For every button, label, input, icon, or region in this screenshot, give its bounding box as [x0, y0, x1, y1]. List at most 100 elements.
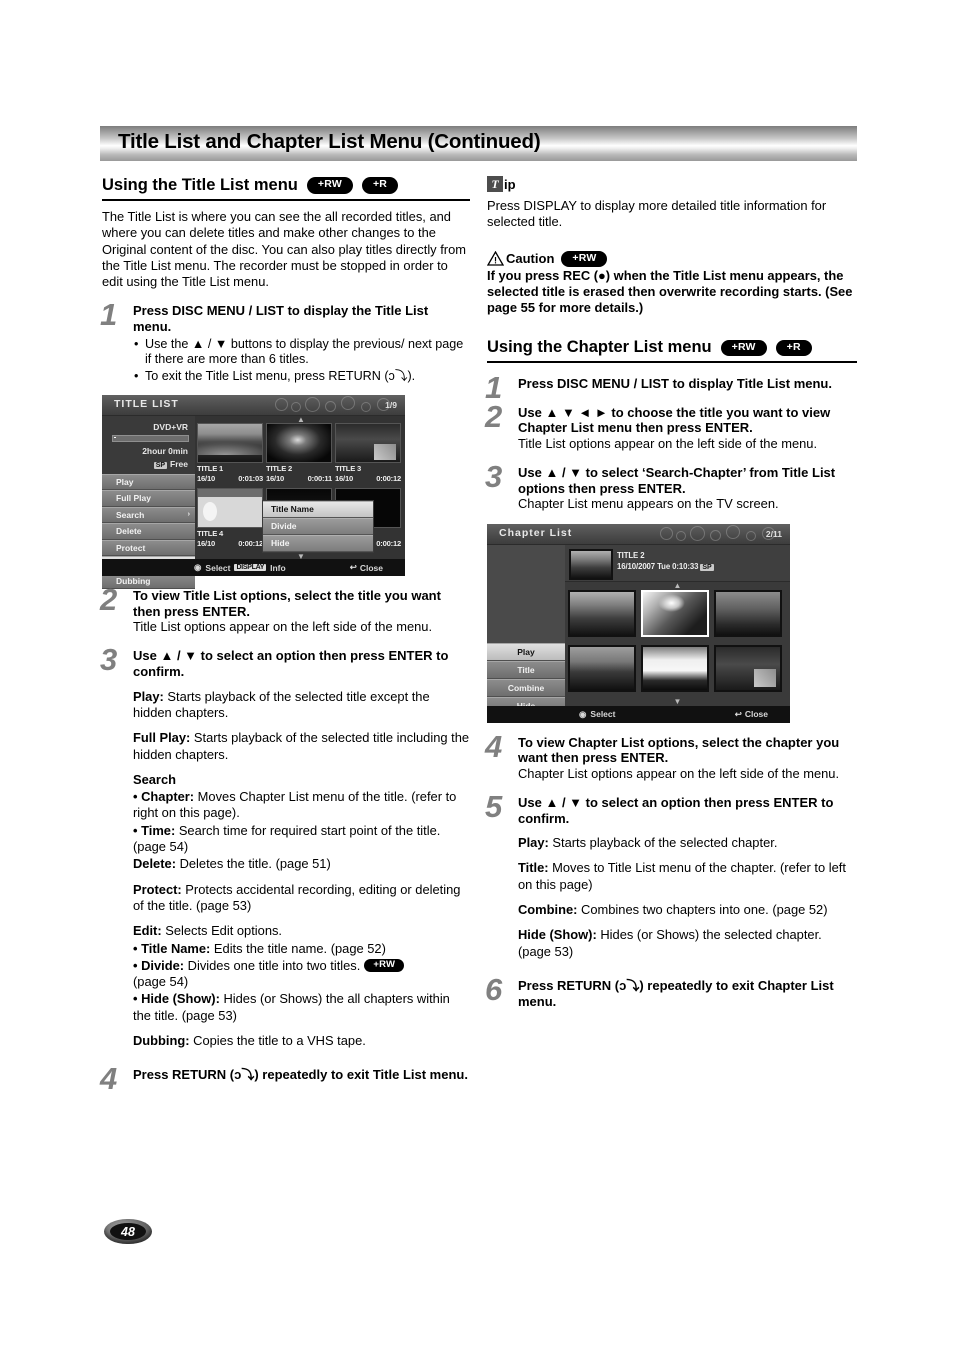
step-2: 2 To view Title List options, select the…	[100, 584, 470, 635]
submenu-item-title-name[interactable]: Title Name	[263, 501, 373, 519]
tv-page-indicator: 1/9	[385, 400, 397, 411]
title-time: 0:00:12	[238, 539, 263, 549]
option-desc: Starts playback of the selected chapter.	[548, 835, 778, 851]
title-cell[interactable]: TITLE 2 16/10 0:00:11	[266, 423, 332, 485]
chapter-cell[interactable]	[714, 589, 782, 637]
edit-submenu-popup[interactable]: Title Name Divide Hide	[262, 500, 374, 554]
submenu-item-divide[interactable]: Divide	[263, 518, 373, 536]
option-term: • Hide (Show):	[133, 991, 220, 1007]
enter-icon: ◉	[579, 708, 587, 719]
disc-remaining: 2hour 0min	[142, 446, 188, 457]
menu-item-combine[interactable]: Combine	[487, 678, 565, 697]
step-number: 3	[100, 642, 117, 678]
option-desc: Search time for required start point of …	[133, 822, 441, 855]
option-term: Edit:	[133, 923, 162, 939]
step-3: 3 Use ▲ / ▼ to select ‘Search-Chapter’ f…	[485, 461, 857, 512]
title-cell[interactable]: TITLE 3 16/10 0:00:12	[335, 423, 401, 485]
list-item: Use the ▲ / ▼ buttons to display the pre…	[133, 337, 470, 369]
step-title: Use ▲ ▼ ◄ ► to choose the title you want…	[518, 404, 831, 436]
menu-item-title[interactable]: Title	[487, 660, 565, 679]
tip-label: ip	[504, 177, 516, 192]
option-desc: Combines two chapters into one. (page 52…	[577, 902, 828, 918]
chapter-cell[interactable]	[568, 644, 636, 692]
step-4: 4 Press RETURN (ɔ⤵) repeatedly to exit T…	[100, 1063, 470, 1094]
tv-header-title: TITLE LIST	[114, 398, 179, 411]
step-body: Title List options appear on the left si…	[133, 619, 433, 635]
footer-close-label: Close	[744, 709, 768, 720]
title-thumbnail	[266, 423, 332, 464]
footer-select-label: Select	[205, 562, 231, 573]
submenu-item-hide[interactable]: Hide	[263, 535, 373, 553]
title-caption: TITLE 2 16/10 0:00:11	[266, 463, 332, 484]
step-title: Press DISC MENU / LIST to display the Ti…	[133, 303, 429, 335]
menu-item-search[interactable]: Search ›	[102, 506, 195, 524]
step-title: Press RETURN (ɔ⤵) repeatedly to exit Cha…	[518, 977, 834, 1009]
option-desc: Moves to Title List menu of the chapter.…	[518, 860, 846, 892]
step-number: 3	[485, 459, 502, 495]
step-number: 2	[485, 398, 502, 434]
footer-close-label: Close	[359, 562, 383, 573]
title-name: TITLE 3	[335, 464, 362, 474]
menu-item-label: Play	[116, 476, 134, 487]
scroll-up-icon[interactable]: ▲	[674, 581, 682, 590]
option-term: Play:	[518, 835, 549, 851]
return-icon: ↩	[734, 708, 742, 719]
chapter-cell-selected[interactable]	[641, 589, 709, 637]
title-name: TITLE 1	[197, 464, 224, 474]
chapter-list-options-menu[interactable]: Play Title Combine Hide	[487, 642, 565, 715]
option-time: • Time: Search time for required start p…	[133, 823, 470, 856]
title-name: TITLE 4	[197, 529, 224, 539]
menu-item-delete[interactable]: Delete	[102, 523, 195, 540]
disc-badge-rw: +RW	[364, 958, 405, 972]
section-heading-chapter-list: Using the Chapter List menu +RW +R	[487, 338, 857, 364]
chapter-cell[interactable]	[714, 644, 782, 692]
step-title: To view Title List options, select the t…	[133, 588, 441, 619]
footer-left: ◉ Select DISPLAY Info	[194, 562, 286, 573]
step-number: 5	[485, 788, 502, 824]
step-title: Use ▲ / ▼ to select ‘Search-Chapter’ fro…	[518, 465, 836, 496]
title-cell[interactable]: TITLE 1 16/10 0:01:03	[197, 423, 263, 485]
menu-item-play[interactable]: Play	[487, 642, 565, 661]
info-datetime: 16/10/2007 Tue 0:10:33	[617, 561, 699, 571]
disc-mode-row: SP Free	[102, 458, 188, 471]
menu-item-play[interactable]: Play	[102, 473, 195, 491]
option-combine: Combine: Combines two chapters into one.…	[518, 902, 857, 918]
info-line: 16/10/2007 Tue 0:10:33 SP	[617, 561, 717, 573]
title-thumbnail	[335, 423, 401, 464]
menu-item-full-play[interactable]: Full Play	[102, 490, 195, 507]
option-search: Search	[133, 772, 470, 788]
title-date: 16/10	[197, 474, 216, 484]
menu-item-label: Protect	[116, 542, 146, 553]
option-term: Protect:	[133, 881, 182, 897]
free-label: Free	[170, 458, 188, 469]
caution-label: Caution	[506, 251, 555, 267]
option-term: • Chapter:	[133, 789, 195, 805]
scroll-down-icon[interactable]: ▼	[674, 697, 682, 706]
tv-sidebar: DVD+VR 2hour 0min SP Free Play Full Play …	[102, 416, 195, 590]
title-cell[interactable]: TITLE 4 16/10 0:00:12	[197, 488, 263, 550]
caution-heading: Caution +RW	[486, 250, 857, 267]
chapter-cell[interactable]	[568, 589, 636, 637]
section-heading-label: Using the Chapter List menu	[487, 338, 712, 357]
option-page-ref: (page 54)	[133, 974, 189, 990]
title-thumbnail	[569, 548, 613, 580]
option-title: Title: Moves to Title List menu of the c…	[518, 860, 857, 893]
option-desc: Edits the title name. (page 52)	[210, 940, 386, 956]
record-mode-chip: SP	[700, 563, 714, 571]
option-term: Combine:	[518, 902, 578, 918]
step-number: 4	[485, 728, 502, 764]
right-column: T ip Press DISPLAY to display more detai…	[485, 176, 857, 1009]
option-play: Play: Starts playback of the selected ch…	[518, 835, 857, 851]
option-edit: Edit: Selects Edit options.	[133, 923, 470, 939]
screenshot-title-list-menu: TITLE LIST 1/9 DVD+VR 2hour 0min SPFree	[102, 395, 405, 590]
tv-header: Chapter List 2/11	[487, 523, 790, 545]
option-chapter: • Chapter: Moves Chapter List menu of th…	[133, 789, 470, 822]
step-title: To view Chapter List options, select the…	[518, 734, 840, 766]
disc-info: DVD+VR	[102, 416, 195, 433]
menu-item-label: Delete	[116, 526, 142, 537]
disc-badge-r: +R	[775, 339, 812, 356]
menu-item-label: Full Play	[116, 493, 151, 504]
step-number: 6	[485, 971, 502, 1007]
chapter-cell[interactable]	[641, 644, 709, 692]
menu-item-protect[interactable]: Protect	[102, 539, 195, 557]
